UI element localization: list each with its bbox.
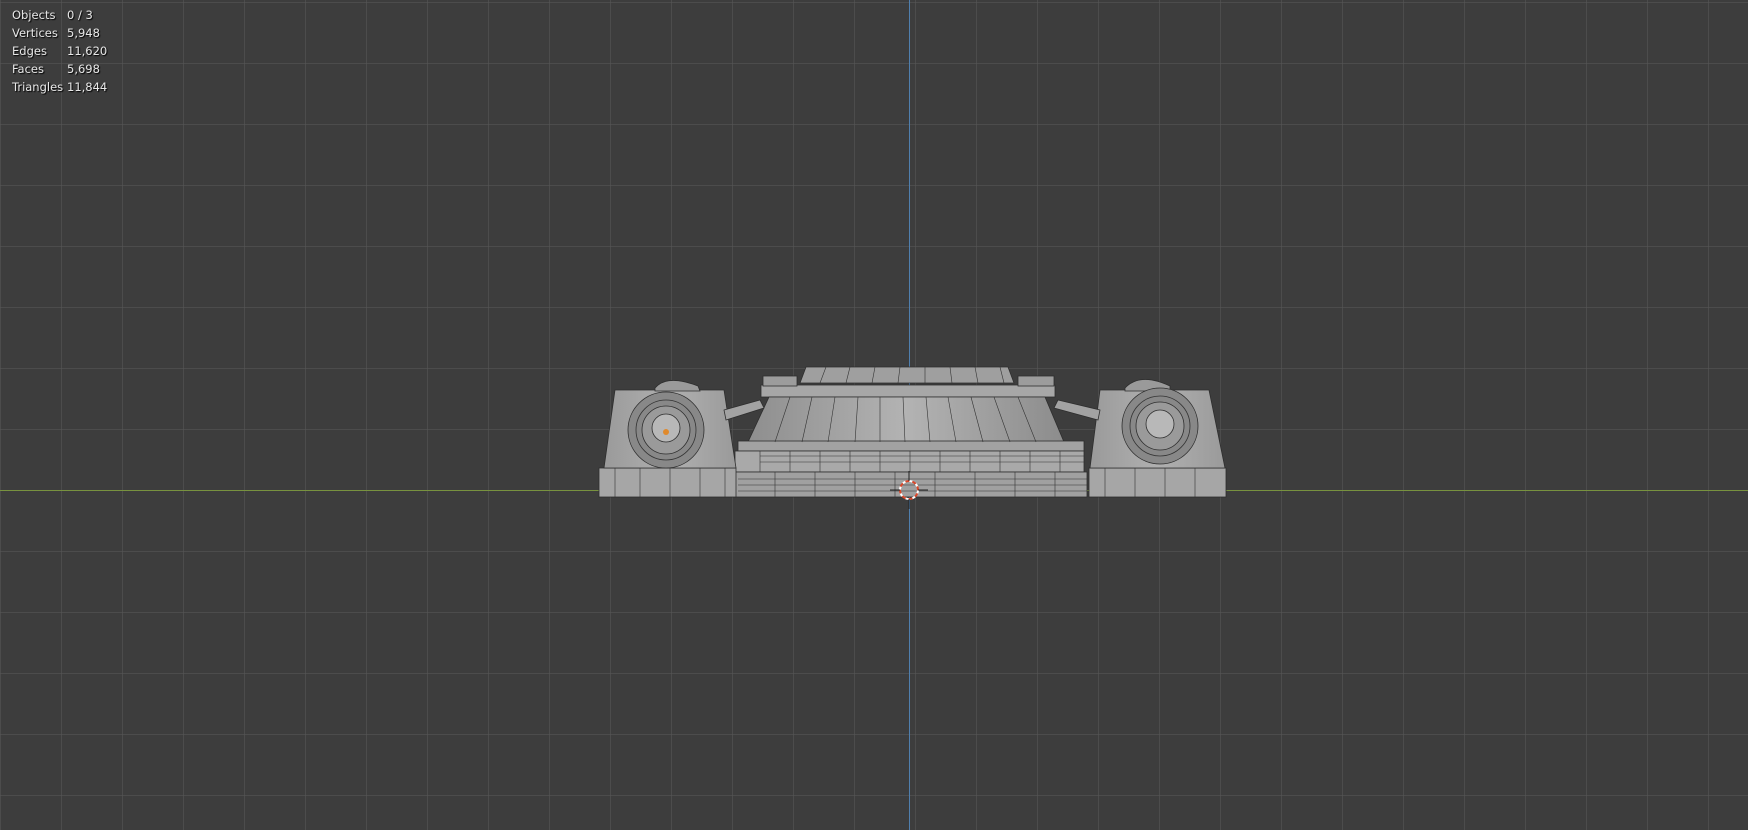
stat-triangles: Triangles 11,844 [12,78,107,96]
stat-label: Objects [12,8,56,22]
stat-value: 11,620 [67,44,108,58]
stat-label: Faces [12,62,44,76]
stat-label: Edges [12,44,47,58]
3d-viewport[interactable]: Objects 0 / 3 Vertices 5,948 Edges 11,62… [0,0,1748,830]
mesh-model[interactable] [0,0,1748,830]
stat-value: 11,844 [67,80,108,94]
stat-value: 5,948 [67,26,100,40]
stat-value: 5,698 [67,62,100,76]
stat-objects: Objects 0 / 3 [12,6,107,24]
statistics-overlay: Objects 0 / 3 Vertices 5,948 Edges 11,62… [12,6,107,96]
stat-label: Triangles [12,80,64,94]
stat-label: Vertices [12,26,58,40]
stat-faces: Faces 5,698 [12,60,107,78]
stat-vertices: Vertices 5,948 [12,24,107,42]
object-origin-icon [663,429,669,435]
center-dome [734,366,1088,498]
stat-value: 0 / 3 [67,8,93,22]
stat-edges: Edges 11,620 [12,42,107,60]
